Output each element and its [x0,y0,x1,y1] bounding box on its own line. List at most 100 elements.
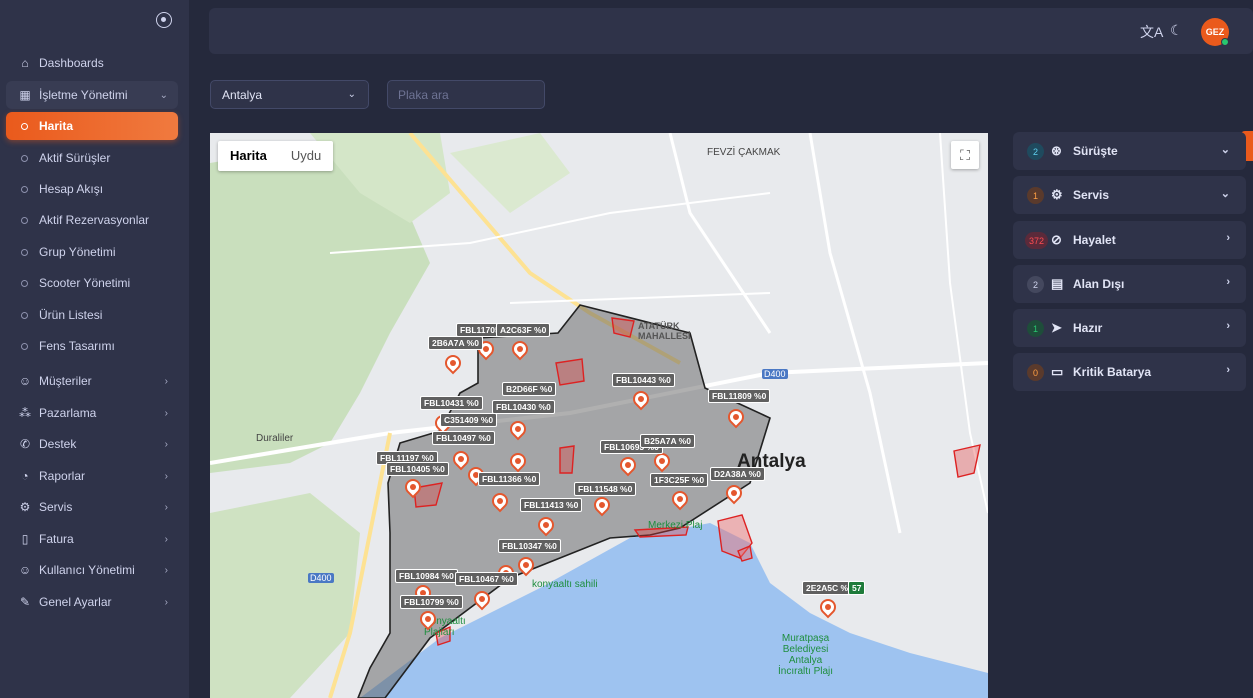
vehicle-tag: FBL10405 %0 [386,462,449,476]
vehicle-tag: 2B6A7A %0 [428,336,483,350]
sidebar-item-genel-ayarlar[interactable]: ✎ Genel Ayarlar › [6,588,178,616]
chevron-down-icon: ⌄ [159,89,168,101]
status-card-suruste[interactable]: 2 ⊛ Sürüşte ⌄ [1013,132,1246,170]
sidebar-item-musteriler[interactable]: ☺ Müşteriler › [6,367,178,395]
sidebar-item-pazarlama[interactable]: ⁂ Pazarlama › [6,399,178,427]
sidebar-item-dashboards[interactable]: ⌂ Dashboards [6,49,178,77]
vehicle-tag: FBL11366 %0 [478,472,541,486]
status-label: Sürüşte [1073,144,1118,158]
fullscreen-icon[interactable]: ⛶ [951,141,979,169]
gear-icon: ⚙ [19,500,31,514]
sidebar-subitem-label: Harita [39,119,74,133]
vehicle-tag: FBL11809 %0 [708,389,771,403]
sidebar-item-label: Fatura [39,532,74,546]
sidebar-subitem-scooter-yonetimi[interactable]: Scooter Yönetimi [6,269,178,297]
vehicle-tag: FBL10799 %0 [400,595,463,609]
road-label: D400 [308,573,334,583]
city-select[interactable]: Antalya ⌄ [210,80,369,109]
sidebar-item-destek[interactable]: ✆ Destek › [6,430,178,458]
vehicle-tag: C351409 %0 [440,413,498,427]
sidebar-item-isletme-yonetimi[interactable]: ▦ İşletme Yönetimi ⌄ [6,81,178,109]
building-icon: ▦ [19,88,31,102]
poi-label: Merkezi Plaj [648,520,703,531]
moon-icon[interactable]: ☾ [1170,22,1183,39]
status-card-hazir[interactable]: 1 ➤ Hazır › [1013,309,1246,347]
sidebar-subitem-fens-tasarimi[interactable]: Fens Tasarımı [6,332,178,360]
chevron-right-icon: › [1226,364,1230,376]
chevron-right-icon: › [164,596,168,608]
map-type-uydu[interactable]: Uydu [279,141,333,171]
sidebar-item-label: Pazarlama [39,406,97,420]
sidebar-subitem-grup-yonetimi[interactable]: Grup Yönetimi [6,238,178,266]
sidebar-subitem-aktif-surusler[interactable]: Aktif Sürüşler [6,144,178,172]
status-label: Alan Dışı [1073,277,1125,291]
vehicle-tag: B25A7A %0 [640,434,695,448]
district-label: FEVZİ ÇAKMAK [707,147,781,158]
poi-label: Muratpaşa Belediyesi Antalya İncıraltı P… [778,633,834,677]
status-count: 372 [1025,232,1049,249]
sidebar-subitem-urun-listesi[interactable]: Ürün Listesi [6,301,178,329]
vehicle-tag: 1F3C25F %0 [650,473,709,487]
circle-icon [21,311,28,319]
sidebar-item-label: İşletme Yönetimi [39,88,128,102]
sidebar-subitem-label: Aktif Sürüşler [39,151,111,165]
sidebar-subitem-label: Hesap Akışı [39,182,104,196]
status-count: 0 [1027,364,1044,381]
sidebar-subitem-label: Ürün Listesi [39,308,103,322]
sidebar-subitem-hesap-akisi[interactable]: Hesap Akışı [6,175,178,203]
vehicle-tag: D2A38A %0 [710,467,765,481]
chevron-right-icon: › [164,564,168,576]
circle-icon [21,122,28,130]
gear-icon: ⚙ [1051,187,1063,202]
translate-icon[interactable]: 文A [1140,22,1163,42]
vehicle-tag: A2C63F %0 [496,323,551,337]
sidebar-item-kullanici-yonetimi[interactable]: ☺ Kullanıcı Yönetimi › [6,556,178,584]
wifi-off-icon: ⊘ [1051,232,1062,247]
sidebar-item-raporlar[interactable]: ◔ Raporlar › [6,462,178,490]
circle-icon [21,154,28,162]
sidebar-subitem-harita[interactable]: Harita [6,112,178,140]
map-icon: ▤ [1051,276,1064,291]
circle-icon [21,248,28,256]
chevron-right-icon: › [164,375,168,387]
online-status-dot [1221,38,1229,46]
circle-icon [21,342,28,350]
circle-icon [21,216,28,224]
status-card-alan-disi[interactable]: 2 ▤ Alan Dışı › [1013,265,1246,303]
chevron-right-icon: › [164,470,168,482]
status-card-hayalet[interactable]: 372 ⊘ Hayalet › [1013,221,1246,259]
district-label: ATATÜRK MAHALLESİ [638,321,691,341]
sidebar-item-label: Servis [39,500,73,514]
status-card-kritik-batarya[interactable]: 0 ▭ Kritik Batarya › [1013,353,1246,391]
sidebar-subitem-aktif-rezervasyonlar[interactable]: Aktif Rezervasyonlar [6,206,178,234]
city-select-value: Antalya [222,87,263,102]
status-label: Servis [1073,188,1110,202]
sidebar-item-label: Destek [39,437,77,451]
sidebar-item-label: Dashboards [39,56,104,70]
status-label: Hayalet [1073,233,1116,247]
status-card-servis[interactable]: 1 ⚙ Servis ⌄ [1013,176,1246,214]
status-count: 1 [1027,320,1044,337]
users-icon: ☺ [18,374,32,388]
status-label: Kritik Batarya [1073,365,1152,379]
user-group-icon: ☺ [18,563,32,577]
chevron-right-icon: › [164,533,168,545]
sidebar-item-servis[interactable]: ⚙ Servis › [6,493,178,521]
status-count: 2 [1027,143,1044,160]
map-type-harita[interactable]: Harita [218,141,279,171]
sidebar-item-fatura[interactable]: ▯ Fatura › [6,525,178,553]
map-type-toggle: Harita Uydu [218,141,334,171]
map[interactable]: Harita Uydu ⛶ Antalya Duraliler FEVZİ ÇA… [210,133,988,698]
vehicle-tag: FBL10497 %0 [432,431,495,445]
status-count: 2 [1027,276,1044,293]
sidebar: ⌂ Dashboards ▦ İşletme Yönetimi ⌄ Harita… [0,0,189,698]
plate-search-input[interactable] [387,80,545,109]
circle-icon [21,185,28,193]
sidebar-layout-icon: ▯ [21,532,29,546]
chevron-right-icon: › [1226,320,1230,332]
sidebar-toggle-icon[interactable] [156,12,172,28]
battery-icon: ▭ [1051,364,1064,379]
sidebar-item-label: Genel Ayarlar [39,595,112,609]
steering-wheel-icon: ⊛ [1051,143,1062,158]
vehicle-tag: FBL11548 %0 [574,482,637,496]
